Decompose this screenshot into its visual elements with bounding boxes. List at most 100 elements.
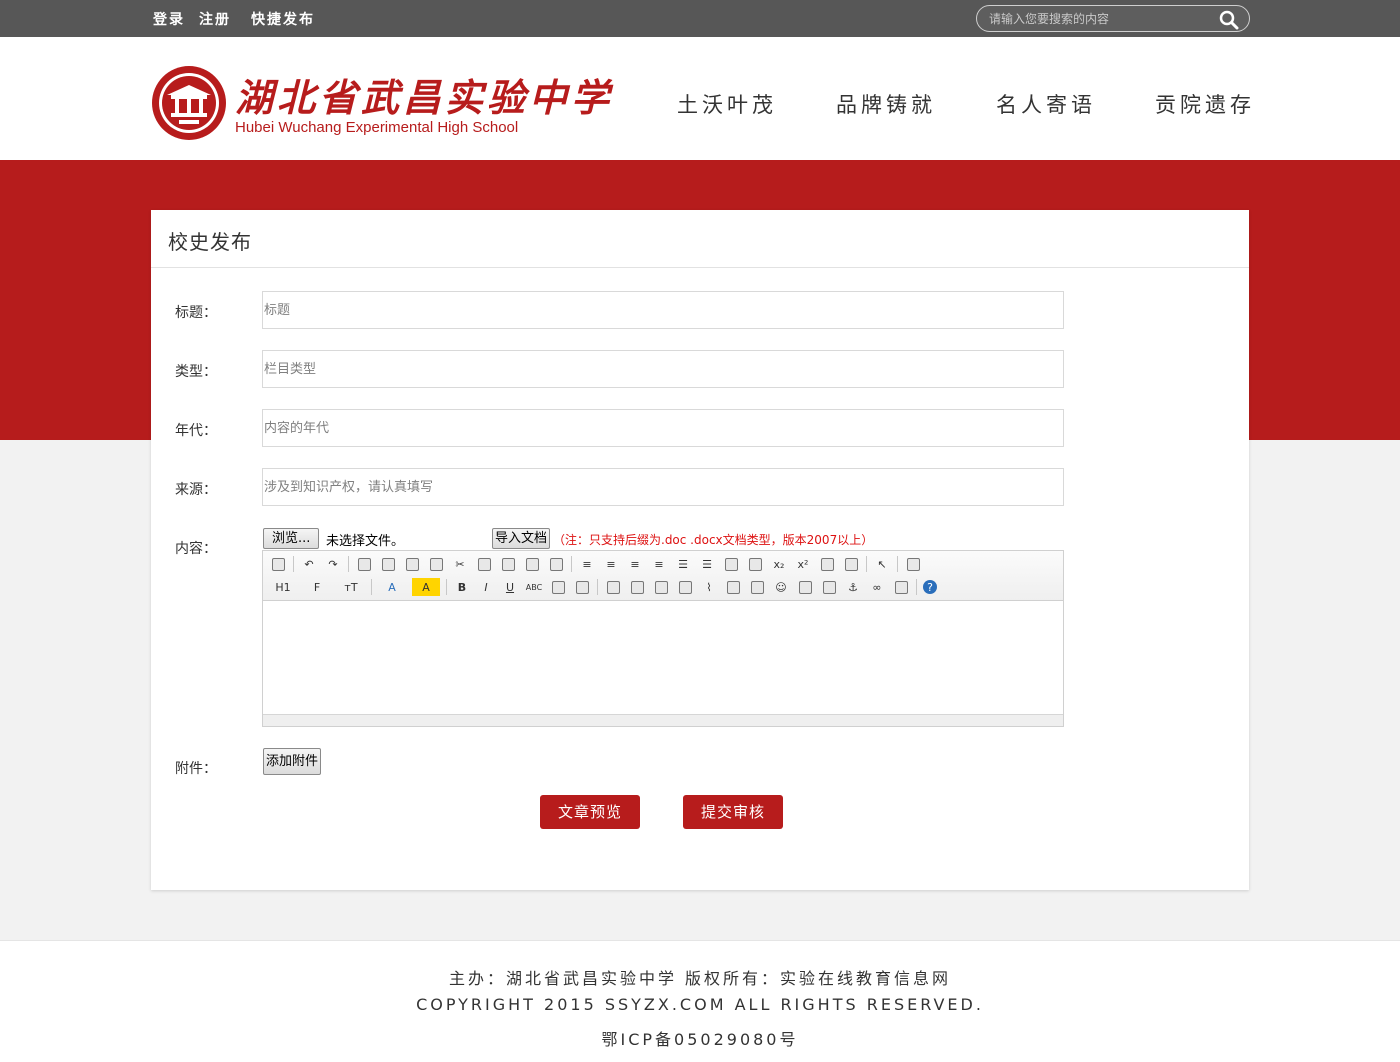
emoticon-icon[interactable]: ☺ bbox=[772, 578, 790, 596]
preview-button[interactable]: 文章预览 bbox=[540, 795, 640, 829]
ordered-list-icon[interactable]: ☰ bbox=[674, 555, 692, 573]
align-center-icon[interactable]: ≡ bbox=[602, 555, 620, 573]
anchor-icon[interactable]: ⚓ bbox=[844, 578, 862, 596]
unordered-list-icon[interactable]: ☰ bbox=[698, 555, 716, 573]
top-links: 登录 注册 快捷发布 bbox=[153, 0, 329, 37]
search-box bbox=[976, 5, 1250, 32]
submit-button[interactable]: 提交审核 bbox=[683, 795, 783, 829]
footer-sponsor: 主办：湖北省武昌实验中学 版权所有：实验在线教育信息网 bbox=[448, 969, 952, 988]
add-attachment-button[interactable]: 添加附件 bbox=[263, 748, 322, 775]
toolbar-separator bbox=[916, 579, 917, 595]
editor-resize-bar[interactable] bbox=[263, 714, 1063, 726]
italic-icon[interactable]: I bbox=[477, 578, 495, 596]
nav-item-3[interactable]: 名人寄语 bbox=[996, 89, 1096, 119]
select-icon[interactable]: ↖ bbox=[873, 555, 891, 573]
quick-publish-link[interactable]: 快捷发布 bbox=[251, 9, 315, 29]
paste-icon[interactable] bbox=[499, 555, 517, 573]
print-icon[interactable] bbox=[379, 555, 397, 573]
code-icon[interactable] bbox=[427, 555, 445, 573]
unlink-icon[interactable] bbox=[892, 578, 910, 596]
editor-content-area[interactable] bbox=[263, 601, 1063, 715]
browse-button[interactable]: 浏览... bbox=[263, 528, 320, 549]
rich-text-editor: ↶ ↷ ✂ ≡ ≡ ≡ ≡ ☰ ☰ x₂ x² ↖ H1 FтT A A B I U ABC ⌇ ☺ ⚓ ∞? bbox=[262, 550, 1064, 727]
bold-icon[interactable]: B bbox=[453, 578, 471, 596]
paste-word-icon[interactable] bbox=[547, 555, 565, 573]
toolbar-separator bbox=[371, 579, 372, 595]
search-icon[interactable] bbox=[1219, 10, 1239, 30]
era-label: 年代： bbox=[175, 423, 217, 439]
media-icon[interactable] bbox=[676, 578, 694, 596]
toolbar-separator bbox=[597, 579, 598, 595]
about-icon[interactable]: ? bbox=[923, 580, 937, 594]
clear-format-icon[interactable] bbox=[818, 555, 836, 573]
nav-item-1[interactable]: 土沃叶茂 bbox=[677, 89, 777, 119]
subscript-icon[interactable]: x₂ bbox=[770, 555, 788, 573]
map-icon[interactable] bbox=[796, 578, 814, 596]
login-link[interactable]: 登录 bbox=[153, 9, 185, 29]
source-icon[interactable] bbox=[269, 555, 287, 573]
content-label: 内容： bbox=[175, 541, 217, 557]
justify-icon[interactable]: ≡ bbox=[650, 555, 668, 573]
preview-icon[interactable] bbox=[355, 555, 373, 573]
register-link[interactable]: 注册 bbox=[199, 9, 231, 29]
redo-icon[interactable]: ↷ bbox=[324, 555, 342, 573]
paste-text-icon[interactable] bbox=[523, 555, 541, 573]
title-field bbox=[262, 291, 1064, 329]
hr-icon[interactable] bbox=[748, 578, 766, 596]
publish-card: 校史发布 标题： 类型： 年代： 来源： 内容： 浏览... 未选择文件。 导入… bbox=[151, 210, 1249, 890]
pagebreak-icon[interactable] bbox=[820, 578, 838, 596]
top-bar: 登录 注册 快捷发布 bbox=[0, 0, 1400, 37]
undo-icon[interactable]: ↶ bbox=[300, 555, 318, 573]
nav-item-4[interactable]: 贡院遗存 bbox=[1155, 89, 1255, 119]
font-size-icon[interactable]: тT bbox=[337, 578, 365, 596]
underline-icon[interactable]: U bbox=[501, 578, 519, 596]
toolbar-separator bbox=[293, 556, 294, 572]
attachment-label: 附件： bbox=[175, 761, 217, 777]
flash-icon[interactable] bbox=[652, 578, 670, 596]
outdent-icon[interactable] bbox=[746, 555, 764, 573]
footer-icp[interactable]: 鄂ICP备05029080号 bbox=[0, 1026, 1400, 1050]
logo-english-name: Hubei Wuchang Experimental High School bbox=[235, 119, 519, 136]
align-right-icon[interactable]: ≡ bbox=[626, 555, 644, 573]
main-nav: 土沃叶茂 品牌铸就 名人寄语 贡院遗存 bbox=[0, 89, 1400, 119]
type-input[interactable] bbox=[263, 351, 1063, 387]
toolbar-separator bbox=[866, 556, 867, 572]
page-title: 校史发布 bbox=[168, 230, 252, 254]
font-family-icon[interactable]: F bbox=[303, 578, 331, 596]
copy-icon[interactable] bbox=[475, 555, 493, 573]
cut-icon[interactable]: ✂ bbox=[451, 555, 469, 573]
strikethrough-icon[interactable]: ABC bbox=[525, 578, 543, 596]
heading-icon[interactable]: H1 bbox=[269, 578, 297, 596]
title-input[interactable] bbox=[263, 292, 1063, 328]
toolbar-separator bbox=[571, 556, 572, 572]
image-icon[interactable] bbox=[604, 578, 622, 596]
font-color-icon[interactable]: A bbox=[378, 578, 406, 596]
import-document-button[interactable]: 导入文档 bbox=[492, 528, 551, 549]
superscript-icon[interactable]: x² bbox=[794, 555, 812, 573]
eraser-icon[interactable] bbox=[573, 578, 591, 596]
multi-image-icon[interactable] bbox=[628, 578, 646, 596]
card-header: 校史发布 bbox=[151, 210, 1249, 268]
search-input[interactable] bbox=[989, 9, 1209, 28]
footer-copyright: COPYRIGHT 2015 SSYZX.COM ALL RIGHTS RESE… bbox=[416, 995, 984, 1014]
line-height-icon[interactable] bbox=[549, 578, 567, 596]
toolbar-separator bbox=[348, 556, 349, 572]
template-icon[interactable] bbox=[403, 555, 421, 573]
type-field bbox=[262, 350, 1064, 388]
link-icon[interactable]: ∞ bbox=[868, 578, 886, 596]
attachment-icon[interactable]: ⌇ bbox=[700, 578, 718, 596]
fullscreen-icon[interactable] bbox=[904, 555, 922, 573]
align-left-icon[interactable]: ≡ bbox=[578, 555, 596, 573]
highlight-icon[interactable]: A bbox=[412, 578, 440, 596]
table-icon[interactable] bbox=[724, 578, 742, 596]
nav-item-2[interactable]: 品牌铸就 bbox=[836, 89, 936, 119]
site-header: 湖北省武昌实验中学 Hubei Wuchang Experimental Hig… bbox=[0, 37, 1400, 160]
era-input[interactable] bbox=[263, 410, 1063, 446]
type-label: 类型： bbox=[175, 364, 217, 380]
select-all-icon[interactable] bbox=[842, 555, 860, 573]
source-input[interactable] bbox=[263, 469, 1063, 505]
indent-icon[interactable] bbox=[722, 555, 740, 573]
source-field bbox=[262, 468, 1064, 506]
file-status: 未选择文件。 bbox=[326, 534, 405, 549]
toolbar-row-1: ↶ ↷ ✂ ≡ ≡ ≡ ≡ ☰ ☰ x₂ x² ↖ bbox=[269, 553, 928, 575]
